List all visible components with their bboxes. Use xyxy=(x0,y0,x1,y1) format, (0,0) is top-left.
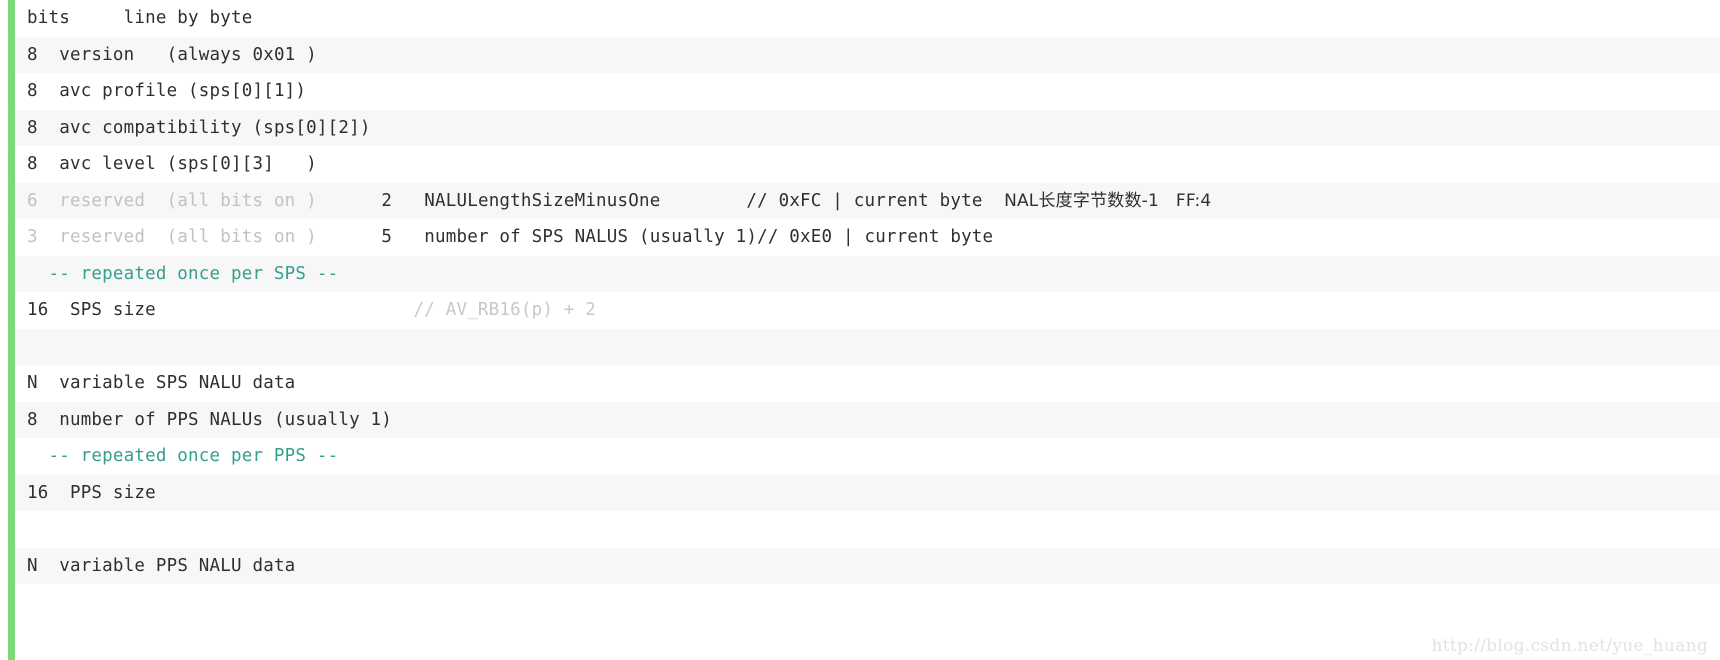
row-bits: 6 xyxy=(27,190,38,211)
row-bits: 8 xyxy=(27,117,38,138)
row-comment: // 0xE0 | current byte xyxy=(757,227,994,247)
left-accent-bar xyxy=(8,0,15,660)
row-gap xyxy=(392,191,424,211)
row-description: avc profile (sps[0][1]) xyxy=(37,81,307,101)
row-bits: 8 xyxy=(27,154,38,174)
row-gap xyxy=(317,191,381,211)
row-description: line by byte xyxy=(69,8,253,28)
row-bits: bits xyxy=(27,8,70,28)
code-row: 8 avc level (sps[0][3] ) xyxy=(15,146,1720,183)
code-row: 16 SPS size // AV_RB16(p) + 2 xyxy=(15,292,1720,329)
row-description: variable SPS NALU data xyxy=(37,373,296,393)
row-note: NAL长度字节数数-1 FF:4 xyxy=(1004,190,1212,211)
code-row: -- repeated once per PPS -- xyxy=(15,438,1720,475)
row-description: reserved (all bits on ) xyxy=(37,190,317,211)
code-row xyxy=(15,328,1720,365)
row-gap xyxy=(392,227,424,247)
code-rows-container: bits line by byte 8 version (always 0x01… xyxy=(15,0,1720,660)
code-row: N variable PPS NALU data xyxy=(15,547,1720,584)
row-description: reserved (all bits on ) xyxy=(37,227,317,247)
row-bits: 8 xyxy=(27,44,38,65)
row-bits: N xyxy=(27,373,38,393)
code-row: 8 avc compatibility (sps[0][2]) xyxy=(15,109,1720,146)
row-bits: 16 xyxy=(27,300,49,320)
row-bits: 3 xyxy=(27,227,38,247)
code-row: -- repeated once per SPS -- xyxy=(15,255,1720,292)
code-row: 16 PPS size xyxy=(15,474,1720,511)
row-gap xyxy=(983,191,1004,211)
row-gap xyxy=(660,191,746,211)
row-extra-bits: 5 xyxy=(381,227,393,247)
row-description: avc compatibility (sps[0][2]) xyxy=(37,117,371,138)
row-description: -- repeated once per PPS -- xyxy=(27,446,339,466)
row-comment: // 0xFC | current byte xyxy=(746,190,983,211)
row-bits: N xyxy=(27,555,38,576)
row-description: avc level (sps[0][3] ) xyxy=(37,154,317,174)
code-row: N variable SPS NALU data xyxy=(15,365,1720,402)
row-comment: // AV_RB16(p) + 2 xyxy=(413,300,597,320)
code-row: 3 reserved (all bits on ) 5 number of SP… xyxy=(15,219,1720,256)
code-row: 8 number of PPS NALUs (usually 1) xyxy=(15,401,1720,438)
row-extra-description: NALULengthSizeMinusOne xyxy=(424,190,661,211)
row-gap xyxy=(317,227,381,247)
row-extra-description: number of SPS NALUS (usually 1) xyxy=(424,227,758,247)
code-row: 8 avc profile (sps[0][1]) xyxy=(15,73,1720,110)
row-bits: 16 xyxy=(27,482,49,503)
row-description: SPS size xyxy=(48,300,156,320)
row-description: -- repeated once per SPS -- xyxy=(27,263,339,284)
code-row: 6 reserved (all bits on ) 2 NALULengthSi… xyxy=(15,182,1720,219)
row-gap xyxy=(156,300,414,320)
row-description: variable PPS NALU data xyxy=(37,555,296,576)
code-row: bits line by byte xyxy=(15,0,1720,37)
code-row: 8 version (always 0x01 ) xyxy=(15,36,1720,73)
row-description: PPS size xyxy=(48,482,156,503)
row-extra-bits: 2 xyxy=(381,190,393,211)
row-bits: 8 xyxy=(27,409,38,430)
code-row xyxy=(15,511,1720,548)
row-description: number of PPS NALUs (usually 1) xyxy=(37,409,393,430)
watermark: http://blog.csdn.net/yue_huang xyxy=(1431,636,1708,656)
row-bits: 8 xyxy=(27,81,38,101)
row-description: version (always 0x01 ) xyxy=(37,44,317,65)
code-listing-block: bits line by byte 8 version (always 0x01… xyxy=(0,0,1720,660)
